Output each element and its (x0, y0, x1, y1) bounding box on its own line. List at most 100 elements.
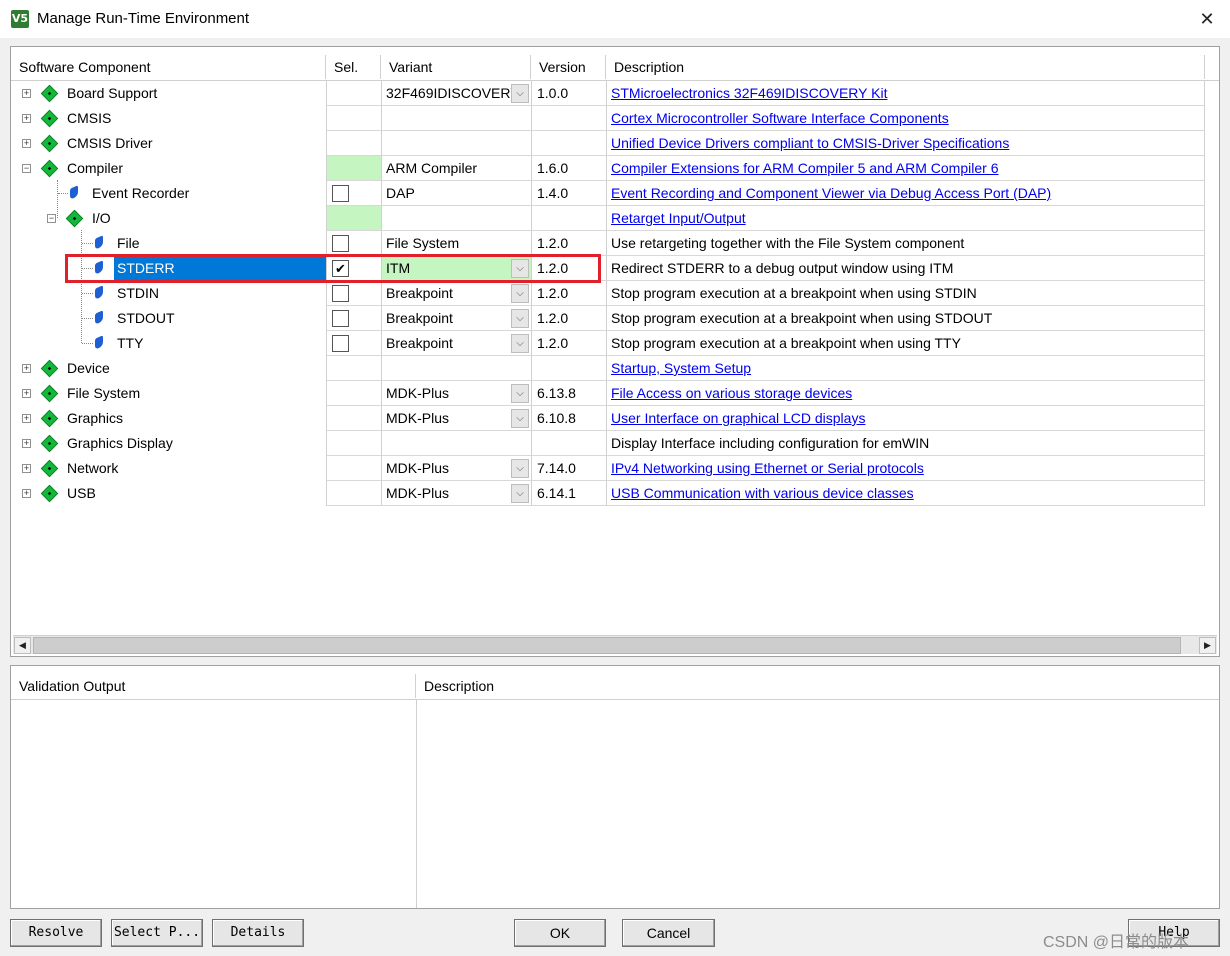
component-name[interactable]: USB (64, 481, 99, 506)
description-link[interactable]: Event Recording and Component Viewer via… (611, 185, 1051, 201)
variant-cell (381, 431, 531, 456)
table-row[interactable]: + Graphics Display Display Interface inc… (11, 431, 1205, 456)
resolve-button[interactable]: Resolve (10, 919, 102, 947)
description-link[interactable]: IPv4 Networking using Ethernet or Serial… (611, 460, 924, 476)
component-name[interactable]: Compiler (64, 156, 126, 181)
table-row[interactable]: + CMSIS Driver Unified Device Drivers co… (11, 131, 1205, 156)
horizontal-scrollbar[interactable]: ◀ ▶ (13, 635, 1217, 654)
variant-dropdown[interactable]: MDK-Plus ⌵ (381, 406, 531, 431)
description-link[interactable]: File Access on various storage devices (611, 385, 852, 401)
ok-button[interactable]: OK (514, 919, 606, 947)
version-cell (531, 356, 606, 381)
component-name[interactable]: Device (64, 356, 113, 381)
chevron-down-icon[interactable]: ⌵ (511, 284, 529, 303)
header-version[interactable]: Version (531, 55, 606, 79)
variant-dropdown[interactable]: Breakpoint ⌵ (381, 281, 531, 306)
component-name[interactable]: Event Recorder (89, 181, 192, 206)
chevron-down-icon[interactable]: ⌵ (511, 84, 529, 103)
variant-dropdown[interactable]: 32F469IDISCOVERY ⌵ (381, 81, 531, 106)
variant-dropdown[interactable]: MDK-Plus ⌵ (381, 381, 531, 406)
select-checkbox[interactable] (332, 235, 349, 252)
component-name[interactable]: File System (64, 381, 143, 406)
chevron-down-icon[interactable]: ⌵ (511, 484, 529, 503)
header-sel[interactable]: Sel. (326, 55, 381, 79)
component-name[interactable]: Graphics Display (64, 431, 176, 456)
table-row[interactable]: + Network MDK-Plus ⌵ 7.14.0 IPv4 Networki… (11, 456, 1205, 481)
component-name[interactable]: CMSIS Driver (64, 131, 156, 156)
description-link[interactable]: Retarget Input/Output (611, 210, 746, 226)
header-validation-output[interactable]: Validation Output (11, 674, 416, 698)
component-name[interactable]: STDOUT (114, 306, 178, 331)
chevron-down-icon[interactable]: ⌵ (511, 384, 529, 403)
expand-icon[interactable]: + (22, 114, 31, 123)
details-button[interactable]: Details (212, 919, 304, 947)
table-row[interactable]: − I/O Retarget Input/Output (11, 206, 1205, 231)
select-checkbox[interactable] (332, 310, 349, 327)
expand-icon[interactable]: + (22, 89, 31, 98)
table-row[interactable]: File File System 1.2.0 Use retargeting t… (11, 231, 1205, 256)
select-packs-button[interactable]: Select P... (111, 919, 203, 947)
description-link[interactable]: USB Communication with various device cl… (611, 485, 914, 501)
component-name[interactable]: Network (64, 456, 121, 481)
scroll-thumb[interactable] (33, 637, 1181, 654)
variant-dropdown[interactable]: MDK-Plus ⌵ (381, 481, 531, 506)
close-icon[interactable]: ✕ (1184, 0, 1230, 38)
description-link[interactable]: User Interface on graphical LCD displays (611, 410, 865, 426)
component-name[interactable]: I/O (89, 206, 114, 231)
table-row[interactable]: + Graphics MDK-Plus ⌵ 6.10.8 User Interfa… (11, 406, 1205, 431)
select-checkbox[interactable] (332, 285, 349, 302)
component-leaf-icon (95, 310, 103, 325)
table-row[interactable]: STDOUT Breakpoint ⌵ 1.2.0 Stop program ex… (11, 306, 1205, 331)
cancel-button[interactable]: Cancel (622, 919, 715, 947)
scroll-right-icon[interactable]: ▶ (1199, 637, 1216, 654)
collapse-icon[interactable]: − (47, 214, 56, 223)
component-name[interactable]: File (114, 231, 143, 256)
description-cell: Retarget Input/Output (606, 206, 1205, 231)
header-software-component[interactable]: Software Component (11, 55, 326, 79)
component-name[interactable]: STDIN (114, 281, 162, 306)
variant-value: Breakpoint (386, 335, 453, 351)
component-name[interactable]: TTY (114, 331, 146, 356)
description-link[interactable]: STMicroelectronics 32F469IDISCOVERY Kit (611, 85, 887, 101)
expand-icon[interactable]: + (22, 414, 31, 423)
table-row[interactable]: + USB MDK-Plus ⌵ 6.14.1 USB Communication… (11, 481, 1205, 506)
table-row[interactable]: STDIN Breakpoint ⌵ 1.2.0 Stop program exe… (11, 281, 1205, 306)
select-checkbox[interactable] (332, 335, 349, 352)
component-name[interactable]: CMSIS (64, 106, 114, 131)
select-checkbox[interactable] (332, 185, 349, 202)
table-row[interactable]: TTY Breakpoint ⌵ 1.2.0 Stop program execu… (11, 331, 1205, 356)
version-cell (531, 106, 606, 131)
chevron-down-icon[interactable]: ⌵ (511, 309, 529, 328)
collapse-icon[interactable]: − (22, 164, 31, 173)
expand-icon[interactable]: + (22, 139, 31, 148)
table-row[interactable]: − Compiler ARM Compiler 1.6.0 Compiler E… (11, 156, 1205, 181)
variant-dropdown[interactable]: Breakpoint ⌵ (381, 331, 531, 356)
component-name[interactable]: Board Support (64, 81, 160, 106)
table-row[interactable]: + Device Startup, System Setup (11, 356, 1205, 381)
table-row[interactable]: + Board Support 32F469IDISCOVERY ⌵ 1.0.0 … (11, 81, 1205, 106)
expand-icon[interactable]: + (22, 364, 31, 373)
expand-icon[interactable]: + (22, 489, 31, 498)
description-link[interactable]: Compiler Extensions for ARM Compiler 5 a… (611, 160, 998, 176)
table-row[interactable]: + File System MDK-Plus ⌵ 6.13.8 File Acce… (11, 381, 1205, 406)
version-cell: 1.2.0 (531, 331, 606, 356)
description-link[interactable]: Startup, System Setup (611, 360, 751, 376)
component-diamond-icon (40, 109, 59, 128)
scroll-left-icon[interactable]: ◀ (14, 637, 31, 654)
variant-dropdown[interactable]: Breakpoint ⌵ (381, 306, 531, 331)
header-variant[interactable]: Variant (381, 55, 531, 79)
expand-icon[interactable]: + (22, 389, 31, 398)
header-validation-description[interactable]: Description (416, 674, 1219, 698)
table-row[interactable]: + CMSIS Cortex Microcontroller Software … (11, 106, 1205, 131)
expand-icon[interactable]: + (22, 439, 31, 448)
variant-dropdown[interactable]: MDK-Plus ⌵ (381, 456, 531, 481)
chevron-down-icon[interactable]: ⌵ (511, 334, 529, 353)
description-link[interactable]: Cortex Microcontroller Software Interfac… (611, 110, 949, 126)
component-name[interactable]: Graphics (64, 406, 126, 431)
expand-icon[interactable]: + (22, 464, 31, 473)
chevron-down-icon[interactable]: ⌵ (511, 409, 529, 428)
chevron-down-icon[interactable]: ⌵ (511, 459, 529, 478)
table-row[interactable]: Event Recorder DAP 1.4.0 Event Recording… (11, 181, 1205, 206)
description-link[interactable]: Unified Device Drivers compliant to CMSI… (611, 135, 1009, 151)
header-description[interactable]: Description (606, 55, 1205, 79)
